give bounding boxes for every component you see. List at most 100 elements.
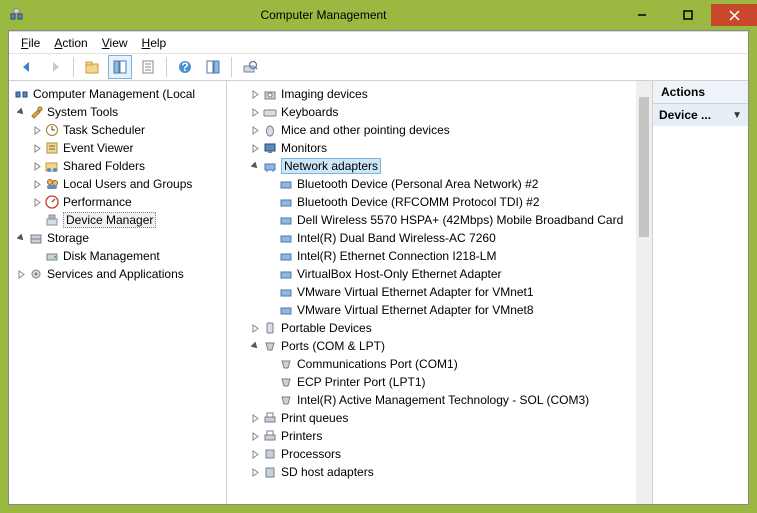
tree-disk-management[interactable]: Disk Management [9, 247, 227, 265]
node-monitors[interactable]: Monitors [227, 139, 652, 157]
titlebar: Computer Management [0, 0, 757, 30]
up-button[interactable] [80, 55, 104, 79]
actions-context[interactable]: Device ... ▼ [653, 104, 748, 126]
clock-icon [44, 122, 60, 138]
expand-icon[interactable] [249, 432, 261, 441]
nic-icon [278, 230, 294, 246]
menu-help[interactable]: Help [136, 34, 173, 52]
net-vmnet1[interactable]: VMware Virtual Ethernet Adapter for VMne… [227, 283, 652, 301]
keyboard-icon [262, 104, 278, 120]
window-controls [619, 4, 757, 26]
node-print-queues[interactable]: Print queues [227, 409, 652, 427]
mmc-icon [14, 86, 30, 102]
device-tree[interactable]: Imaging devices Keyboards Mice and other… [227, 81, 653, 504]
window-title: Computer Management [28, 8, 619, 22]
scan-hardware-button[interactable] [238, 55, 262, 79]
expand-icon[interactable] [249, 324, 261, 333]
close-button[interactable] [711, 4, 757, 26]
separator [73, 57, 74, 77]
window: Computer Management File Action View Hel… [0, 0, 757, 513]
collapse-icon[interactable] [249, 342, 261, 351]
mouse-icon [262, 122, 278, 138]
console-tree[interactable]: Computer Management (Local System Tools … [9, 81, 227, 504]
tree-local-users[interactable]: Local Users and Groups [9, 175, 227, 193]
collapse-icon[interactable] [15, 108, 27, 117]
net-vmnet8[interactable]: VMware Virtual Ethernet Adapter for VMne… [227, 301, 652, 319]
chevron-down-icon: ▼ [728, 110, 742, 121]
port-lpt1[interactable]: ECP Printer Port (LPT1) [227, 373, 652, 391]
properties-button[interactable] [136, 55, 160, 79]
node-mice[interactable]: Mice and other pointing devices [227, 121, 652, 139]
net-bt-pan[interactable]: Bluetooth Device (Personal Area Network)… [227, 175, 652, 193]
separator [166, 57, 167, 77]
menu-action[interactable]: Action [48, 34, 93, 52]
menubar: File Action View Help [9, 31, 748, 53]
nic-icon [278, 176, 294, 192]
tree-system-tools[interactable]: System Tools [9, 103, 227, 121]
actions-pane: Actions Device ... ▼ [653, 81, 748, 504]
tree-task-scheduler[interactable]: Task Scheduler [9, 121, 227, 139]
printer-icon [262, 428, 278, 444]
nic-icon [278, 212, 294, 228]
tree-storage[interactable]: Storage [9, 229, 227, 247]
net-intel-wifi[interactable]: Intel(R) Dual Band Wireless-AC 7260 [227, 229, 652, 247]
expand-icon[interactable] [249, 108, 261, 117]
content-panes: Computer Management (Local System Tools … [9, 81, 748, 504]
tree-root[interactable]: Computer Management (Local [9, 85, 227, 103]
maximize-button[interactable] [665, 4, 711, 26]
camera-icon [262, 86, 278, 102]
net-vbox[interactable]: VirtualBox Host-Only Ethernet Adapter [227, 265, 652, 283]
menu-view[interactable]: View [96, 34, 134, 52]
help-button[interactable]: ? [173, 55, 197, 79]
expand-icon[interactable] [249, 144, 261, 153]
toolbar: ? [9, 53, 748, 81]
expand-icon[interactable] [249, 450, 261, 459]
device-manager-icon [44, 212, 60, 228]
node-portable[interactable]: Portable Devices [227, 319, 652, 337]
disk-icon [44, 248, 60, 264]
expand-icon[interactable] [249, 90, 261, 99]
net-dell-wwan[interactable]: Dell Wireless 5570 HSPA+ (42Mbps) Mobile… [227, 211, 652, 229]
port-amt[interactable]: Intel(R) Active Management Technology - … [227, 391, 652, 409]
tree-shared-folders[interactable]: Shared Folders [9, 157, 227, 175]
storage-icon [28, 230, 44, 246]
node-processors[interactable]: Processors [227, 445, 652, 463]
port-icon [262, 338, 278, 354]
nic-icon [278, 266, 294, 282]
menu-file[interactable]: File [15, 34, 46, 52]
forward-button[interactable] [43, 55, 67, 79]
expand-icon[interactable] [15, 270, 27, 279]
expand-icon[interactable] [249, 414, 261, 423]
action-pane-button[interactable] [201, 55, 225, 79]
tree-event-viewer[interactable]: Event Viewer [9, 139, 227, 157]
node-ports[interactable]: Ports (COM & LPT) [227, 337, 652, 355]
net-bt-rfcomm[interactable]: Bluetooth Device (RFCOMM Protocol TDI) #… [227, 193, 652, 211]
node-keyboards[interactable]: Keyboards [227, 103, 652, 121]
node-network[interactable]: Network adapters [227, 157, 652, 175]
show-hide-tree-button[interactable] [108, 55, 132, 79]
collapse-icon[interactable] [249, 162, 261, 171]
tree-services[interactable]: Services and Applications [9, 265, 227, 283]
node-sd-host[interactable]: SD host adapters [227, 463, 652, 481]
node-imaging[interactable]: Imaging devices [227, 85, 652, 103]
performance-icon [44, 194, 60, 210]
center-scrollbar[interactable] [636, 81, 652, 504]
expand-icon[interactable] [31, 162, 43, 171]
cpu-icon [262, 446, 278, 462]
expand-icon[interactable] [249, 468, 261, 477]
tree-performance[interactable]: Performance [9, 193, 227, 211]
collapse-icon[interactable] [15, 234, 27, 243]
expand-icon[interactable] [31, 126, 43, 135]
svg-text:?: ? [181, 60, 188, 74]
expand-icon[interactable] [31, 144, 43, 153]
tree-device-manager[interactable]: Device Manager [9, 211, 227, 229]
port-com1[interactable]: Communications Port (COM1) [227, 355, 652, 373]
net-intel-eth[interactable]: Intel(R) Ethernet Connection I218-LM [227, 247, 652, 265]
back-button[interactable] [15, 55, 39, 79]
node-printers[interactable]: Printers [227, 427, 652, 445]
nic-icon [278, 284, 294, 300]
expand-icon[interactable] [31, 198, 43, 207]
expand-icon[interactable] [249, 126, 261, 135]
minimize-button[interactable] [619, 4, 665, 26]
expand-icon[interactable] [31, 180, 43, 189]
